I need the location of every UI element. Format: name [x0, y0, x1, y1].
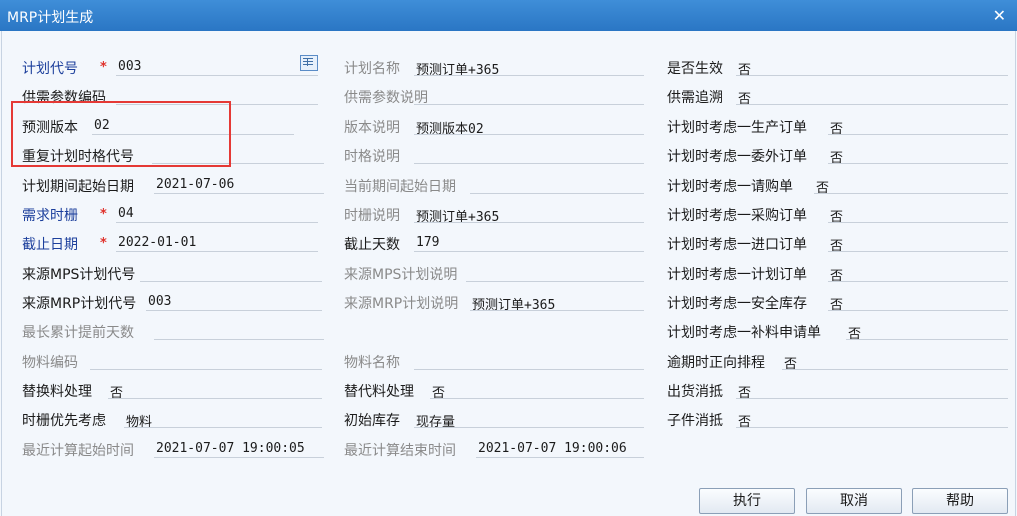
- field-label: 计划时考虑一进口订单: [667, 237, 807, 253]
- execute-button[interactable]: 执行: [699, 488, 795, 514]
- field-label: 计划时考虑一安全库存: [667, 296, 807, 312]
- close-icon[interactable]: ✕: [993, 6, 1006, 25]
- field-col3-11: 出货消抵否: [0, 377, 1017, 401]
- field-col3-12: 子件消抵否: [0, 406, 1017, 430]
- field-value[interactable]: 否: [828, 235, 1008, 252]
- field-label: 子件消抵: [667, 413, 723, 429]
- field-label: 计划时考虑一生产订单: [667, 120, 807, 136]
- cancel-button[interactable]: 取消: [806, 488, 902, 514]
- plan-code-picker-icon[interactable]: [300, 55, 318, 71]
- field-col3-10: 逾期时正向排程 否: [0, 348, 1017, 372]
- field-value[interactable]: 否: [736, 382, 1008, 399]
- title-bar: MRP计划生成 ✕: [0, 0, 1017, 31]
- field-value[interactable]: 否: [782, 353, 1008, 370]
- field-col3-8: 计划时考虑一安全库存 否: [0, 289, 1017, 313]
- window-title: MRP计划生成: [7, 10, 94, 26]
- help-button[interactable]: 帮助: [912, 488, 1008, 514]
- field-value[interactable]: 否: [846, 323, 1008, 340]
- field-label: 逾期时正向排程: [667, 355, 765, 371]
- field-value[interactable]: 否: [828, 265, 1008, 282]
- field-label: 最近计算结束时间: [344, 443, 456, 459]
- field-label: 计划时考虑一请购单: [667, 179, 793, 195]
- field-label: 出货消抵: [667, 384, 723, 400]
- field-col3-5: 计划时考虑一采购订单 否: [0, 201, 1017, 225]
- field-value[interactable]: 否: [828, 118, 1008, 135]
- field-label: 计划时考虑一补料申请单: [667, 325, 821, 341]
- field-col3-6: 计划时考虑一进口订单 否: [0, 230, 1017, 254]
- highlight-box: [11, 101, 231, 167]
- field-label: 供需追溯: [667, 90, 723, 106]
- field-value[interactable]: 2021-07-07 19:00:06: [476, 441, 644, 458]
- field-col3-7: 计划时考虑一计划订单 否: [0, 260, 1017, 284]
- field-col3-9: 计划时考虑一补料申请单 否: [0, 318, 1017, 342]
- field-value[interactable]: 否: [736, 59, 1008, 76]
- field-col3-4: 计划时考虑一请购单 否: [0, 172, 1017, 196]
- field-col2-12: 最近计算结束时间 2021-07-07 19:00:06: [0, 436, 1017, 460]
- field-col3-0: 是否生效否: [0, 54, 1017, 78]
- field-label: 计划时考虑一采购订单: [667, 208, 807, 224]
- field-value[interactable]: 否: [814, 177, 1008, 194]
- field-label: 计划时考虑一委外订单: [667, 149, 807, 165]
- field-value[interactable]: 否: [828, 294, 1008, 311]
- field-label: 是否生效: [667, 61, 723, 77]
- field-label: 计划时考虑一计划订单: [667, 267, 807, 283]
- field-value[interactable]: 否: [828, 147, 1008, 164]
- field-value[interactable]: 否: [736, 88, 1008, 105]
- field-value[interactable]: 否: [736, 411, 1008, 428]
- field-value[interactable]: 否: [828, 206, 1008, 223]
